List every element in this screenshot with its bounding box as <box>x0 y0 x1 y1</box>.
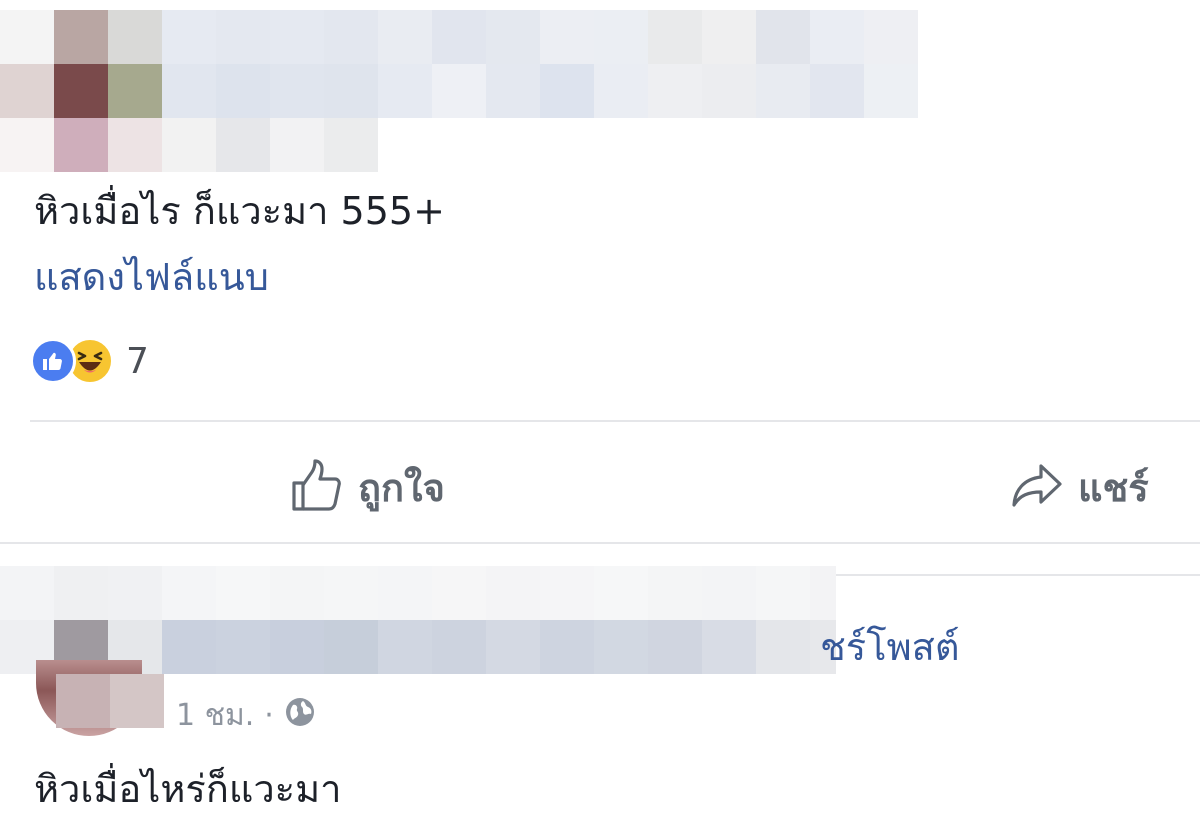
show-attachment-link[interactable]: แสดงไฟล์แนบ <box>34 250 269 304</box>
globe-icon[interactable] <box>284 696 316 736</box>
like-reaction-icon <box>30 338 76 384</box>
blurred-author-name-row-3 <box>0 118 378 172</box>
divider-bottom <box>0 542 1200 544</box>
blurred-author-name-row-2 <box>0 64 918 118</box>
reaction-count: 7 <box>126 340 149 382</box>
post-time[interactable]: 1 ชม. <box>176 692 254 739</box>
blurred-avatar-overlay <box>56 674 164 728</box>
shared-post-label[interactable]: ชร์โพสต์ <box>820 620 960 674</box>
like-button-label: ถูกใจ <box>358 465 445 510</box>
reactions-summary[interactable]: 7 <box>30 336 149 386</box>
share-arrow-icon <box>1010 460 1064 514</box>
divider-top <box>30 420 1200 422</box>
share-button-label: แชร์ <box>1078 465 1149 510</box>
share-button[interactable]: แชร์ <box>1010 452 1149 522</box>
post-meta: 1 ชม. · <box>176 692 316 739</box>
blurred-author-name-row-1 <box>0 10 918 64</box>
post-text: หิวเมื่อไร ก็แวะมา 555+ <box>34 189 445 233</box>
blurred-second-header-row-1 <box>0 566 836 620</box>
thumbs-up-outline-icon <box>290 457 344 517</box>
meta-separator: · <box>264 698 274 733</box>
facebook-post-feed: หิวเมื่อไร ก็แวะมา 555+ แสดงไฟล์แนบ 7 ถู… <box>0 0 1200 824</box>
like-button[interactable]: ถูกใจ <box>290 452 445 522</box>
second-post-text: หิวเมื่อไหร่ก็แวะมา <box>34 767 342 811</box>
divider-next-post <box>836 574 1200 576</box>
